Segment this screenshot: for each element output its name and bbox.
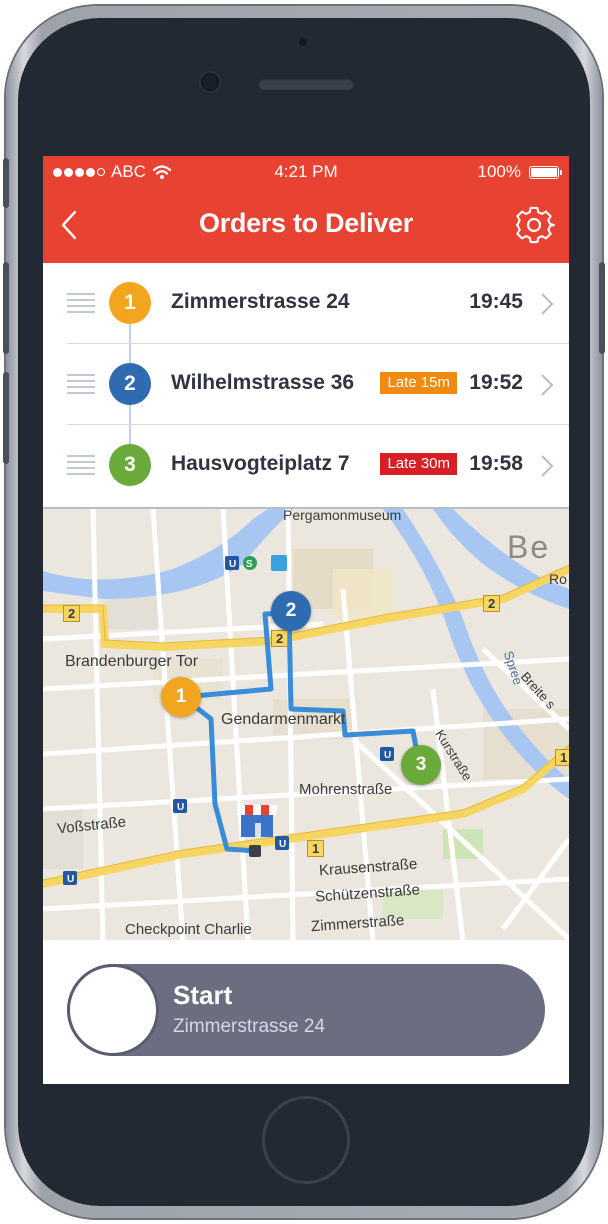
app-screen: ABC 4:21 PM 100% Orders to Deliver 1 Zim… — [43, 156, 569, 1084]
home-button[interactable] — [262, 1096, 350, 1184]
road-shield: 1 — [555, 749, 569, 766]
map-label-checkpoint: Checkpoint Charlie — [125, 921, 252, 938]
map-label-pergamon: Pergamonmuseum — [283, 507, 402, 523]
battery-percent: 100% — [477, 162, 521, 181]
map-label-mohrenstrasse: Mohrenstraße — [299, 781, 393, 798]
order-time: 19:58 — [469, 452, 523, 475]
map-label-brandenburger: Brandenburger Tor — [65, 653, 199, 670]
svg-text:U: U — [229, 559, 236, 570]
start-slider[interactable]: Start Zimmerstrasse 24 — [67, 964, 545, 1056]
late-badge: Late 30m — [380, 453, 457, 475]
map-label-berlin: Be — [507, 529, 551, 565]
bottom-panel: Start Zimmerstrasse 24 — [43, 940, 569, 1084]
drag-handle-icon[interactable] — [67, 455, 95, 475]
stop-number-badge: 3 — [109, 444, 151, 486]
svg-text:U: U — [177, 802, 184, 813]
map-label-ro: Ro — [549, 571, 567, 587]
map-label-gendarmenmarkt: Gendarmenmarkt — [221, 711, 346, 728]
status-right: 100% — [477, 162, 562, 182]
volume-down-button — [3, 372, 9, 464]
order-row-3[interactable]: 3 Hausvogteiplatz 7 Late 30m 19:58 — [43, 425, 569, 506]
map-pin-3[interactable]: 3 — [401, 745, 441, 785]
store-icon — [237, 805, 277, 837]
status-bar: ABC 4:21 PM 100% — [43, 156, 569, 186]
map-pin-1[interactable]: 1 — [161, 677, 201, 717]
road-shield: 1 — [307, 840, 325, 857]
svg-text:U: U — [279, 839, 286, 850]
chevron-right-icon — [541, 374, 554, 396]
late-badge: Late 15m — [380, 372, 457, 394]
stop-number-badge: 2 — [109, 363, 151, 405]
order-street: Zimmerstrasse 24 — [171, 290, 350, 313]
stop-number-badge: 1 — [109, 282, 151, 324]
mute-switch — [3, 158, 9, 208]
road-shield: 2 — [483, 595, 501, 612]
slider-knob[interactable] — [67, 964, 159, 1056]
sensor-dot — [299, 38, 307, 46]
order-row-2[interactable]: 2 Wilhelmstrasse 36 Late 15m 19:52 — [43, 344, 569, 425]
battery-icon — [529, 165, 562, 179]
front-camera — [201, 73, 219, 91]
road-shield: 2 — [271, 630, 289, 647]
order-street: Wilhelmstrasse 36 — [171, 371, 355, 394]
order-time: 19:52 — [469, 371, 523, 394]
power-button — [599, 262, 605, 354]
slider-title: Start — [173, 980, 233, 1010]
nav-bar: Orders to Deliver — [43, 186, 569, 263]
route-map[interactable]: U S U U U U 2 2 2 1 1 Pergamonmuseum Be … — [43, 507, 569, 942]
order-time: 19:45 — [469, 290, 523, 313]
slider-subtitle: Zimmerstrasse 24 — [173, 1016, 326, 1037]
page-title: Orders to Deliver — [199, 208, 413, 238]
drag-handle-icon[interactable] — [67, 293, 95, 313]
drag-handle-icon[interactable] — [67, 374, 95, 394]
order-street: Hausvogteiplatz 7 — [171, 452, 350, 475]
svg-text:U: U — [67, 874, 74, 885]
chevron-right-icon — [541, 455, 554, 477]
road-shield: 2 — [63, 605, 81, 622]
svg-text:S: S — [246, 559, 253, 570]
orders-list: 1 Zimmerstrasse 24 19:45 2 Wilhelmstrass… — [43, 263, 569, 507]
earpiece-speaker — [258, 78, 354, 90]
map-pin-2[interactable]: 2 — [271, 591, 311, 631]
gear-icon[interactable] — [513, 204, 555, 246]
chevron-right-icon — [541, 293, 554, 315]
svg-text:U: U — [384, 750, 391, 761]
volume-up-button — [3, 262, 9, 354]
order-row-1[interactable]: 1 Zimmerstrasse 24 19:45 — [43, 263, 569, 344]
